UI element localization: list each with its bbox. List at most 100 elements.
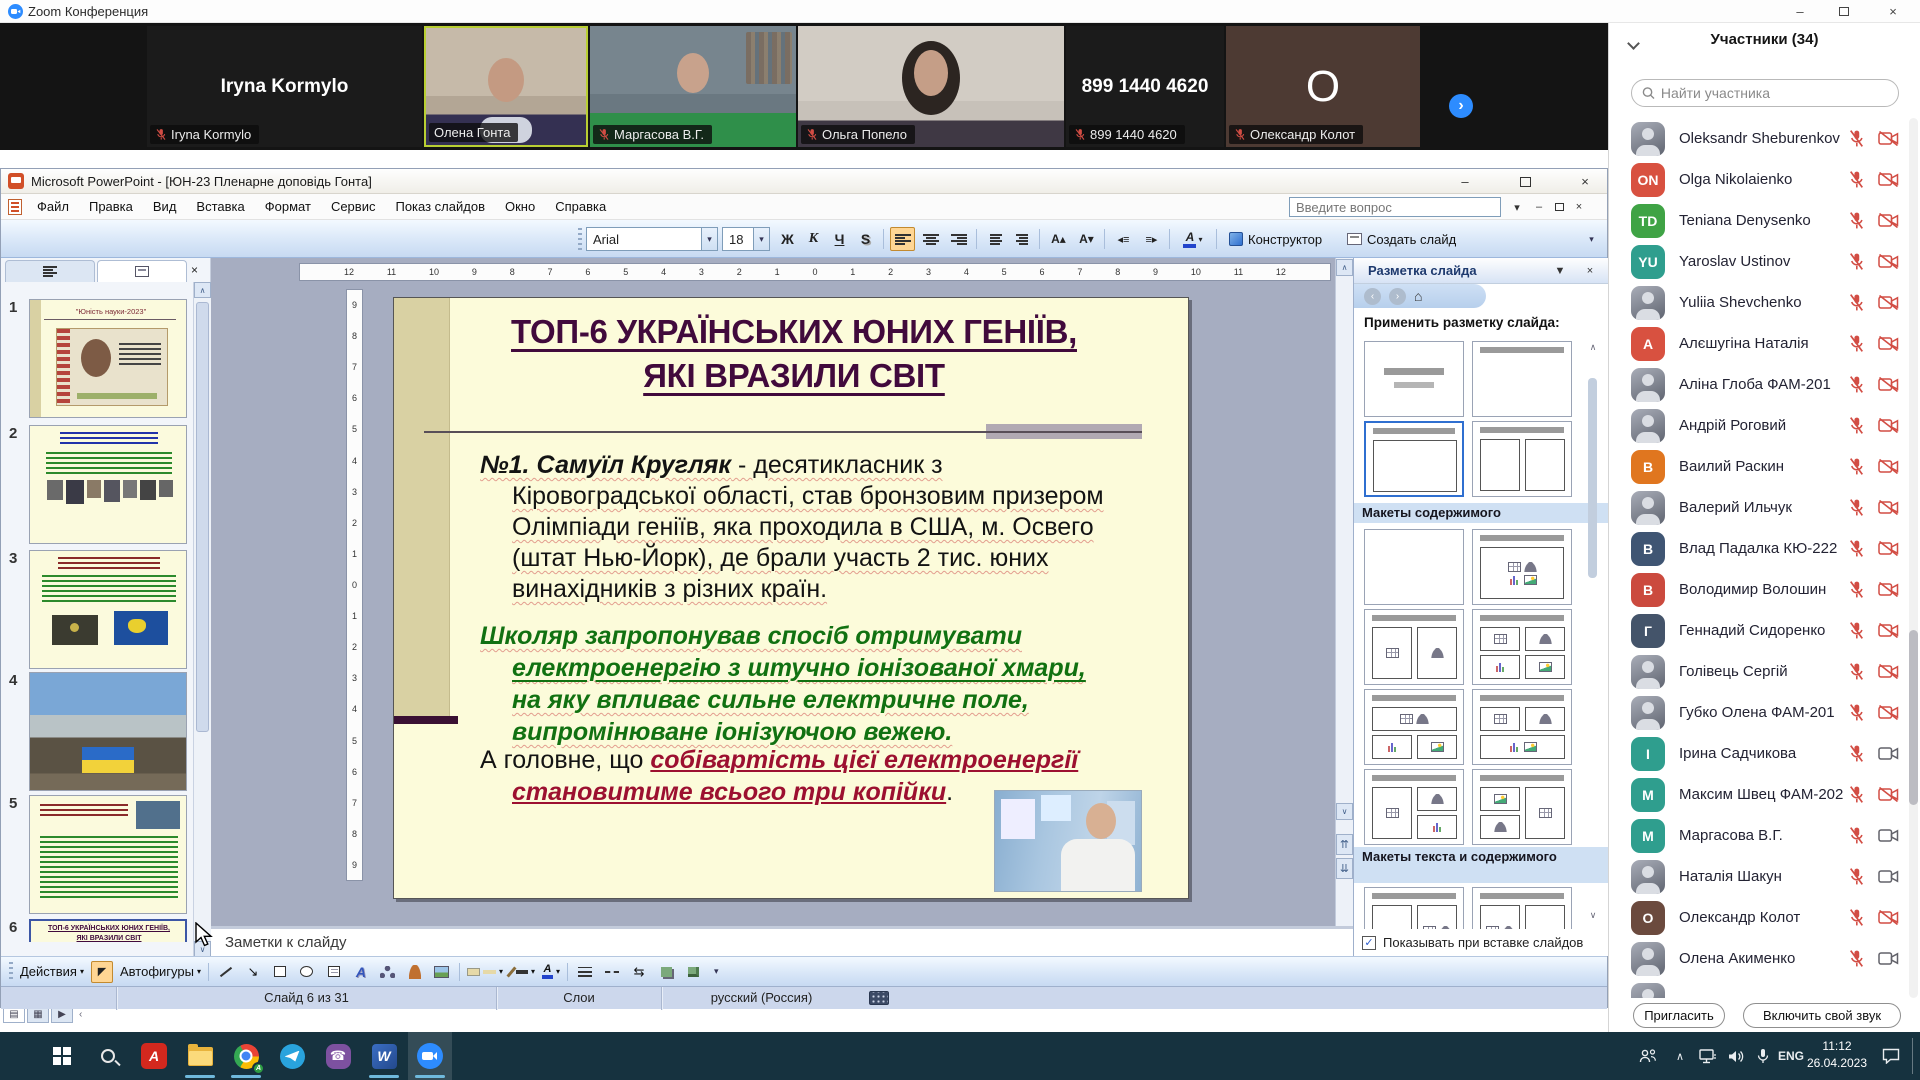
mic-tray-icon[interactable] [1750,1032,1776,1080]
align-center-button[interactable] [918,227,943,251]
layout-thumb-content-over-two[interactable] [1364,689,1464,765]
checkbox-checked-icon[interactable]: ✓ [1362,936,1376,950]
wordart-icon[interactable]: А [351,962,371,982]
menu-item[interactable]: Вставка [186,194,254,220]
slide-thumbnail-6-selected[interactable]: ТОП-6 УКРАЇНСЬКИХ ЮНИХ ГЕНІЇВ, ЯКІ ВРАЗИ… [29,919,187,942]
participant-row[interactable]: Аліна Глоба ФАМ-201 [1609,364,1909,405]
participant-row[interactable]: M Максим Швец ФАМ-202 [1609,774,1909,815]
doc-close-icon[interactable]: × [1569,194,1589,220]
participant-row[interactable]: Валерий Ильчук [1609,487,1909,528]
slide-thumbnail-3[interactable] [29,550,187,669]
participant-row[interactable]: I Ірина Садчикова [1609,733,1909,774]
increase-font-button[interactable]: A▴ [1046,227,1071,251]
oval-icon[interactable] [297,962,317,982]
slide-paragraph-3[interactable]: А головне, що собівартість цієї електрое… [480,744,1078,808]
numbered-list-button[interactable] [983,227,1008,251]
participant-row[interactable]: Голівець Сергій [1609,651,1909,692]
bullet-list-button[interactable] [1009,227,1034,251]
layout-thumb-content-left-split[interactable] [1364,769,1464,845]
toolbar-options-icon[interactable]: ▾ [714,966,719,977]
layout-thumb-title-text-selected[interactable] [1364,421,1464,497]
participant-row[interactable]: Oleksandr Sheburenkov [1609,118,1909,159]
close-panel-icon[interactable]: × [191,263,198,277]
diagram-icon[interactable] [378,962,398,982]
underline-button[interactable]: Ч [827,227,852,251]
line-icon[interactable] [216,962,236,982]
menu-item[interactable]: Файл [27,194,79,220]
word-icon[interactable]: W [362,1032,406,1080]
layout-thumb-title-only[interactable] [1472,341,1572,417]
chrome-icon[interactable]: A [224,1032,268,1080]
participant-search[interactable] [1631,79,1899,107]
layout-thumb-content-and-text[interactable] [1472,887,1572,929]
slide-thumbnail-4[interactable] [29,672,187,791]
line-style-icon[interactable] [575,962,595,982]
acrobat-icon[interactable]: A [132,1032,176,1080]
start-button[interactable] [40,1032,84,1080]
pane-scroll-up-icon[interactable]: ∧ [1586,342,1600,353]
participant-row[interactable]: B Ваилий Раскин [1609,446,1909,487]
toolbar-grip[interactable] [9,962,13,982]
participant-row[interactable]: Yuliia Shevchenko [1609,282,1909,323]
file-explorer-icon[interactable] [178,1032,222,1080]
scroll-down-icon[interactable]: ∨ [1336,803,1353,820]
text-box-icon[interactable] [324,962,344,982]
layout-thumb-blank[interactable] [1364,529,1464,605]
participant-row[interactable]: YU Yaroslav Ustinov [1609,241,1909,282]
arrow-icon[interactable]: ↘ [243,962,263,982]
back-icon[interactable]: ‹ [1364,288,1381,305]
fill-color-button[interactable]: ▾ [467,967,503,976]
participants-scrollbar[interactable] [1909,118,1918,998]
clipart-icon[interactable] [405,962,425,982]
participants-scroll-thumb[interactable] [1909,630,1918,805]
slide-thumbnail-5[interactable] [29,795,187,914]
home-icon[interactable]: ⌂ [1414,288,1422,304]
participant-row[interactable]: Наталія Шакун [1609,856,1909,897]
slide-scrollbar[interactable]: ∧ ∨ ⇈ ⇊ [1335,258,1353,926]
layout-thumb-text-and-content[interactable] [1364,887,1464,929]
thumbnails-scrollbar[interactable]: ∧ ∨ [193,282,211,958]
menu-item[interactable]: Сервис [321,194,386,220]
slide-paragraph-1[interactable]: №1. Самуїл Кругляк - десятикласник з Кір… [480,450,1104,605]
align-right-button[interactable] [946,227,971,251]
menu-item[interactable]: Вид [143,194,187,220]
taskpane-close-icon[interactable]: × [1581,263,1599,279]
actions-menu-button[interactable]: Действия▾ [20,964,84,979]
shadow-style-icon[interactable] [656,962,676,982]
video-tile[interactable]: 899 1440 4620 899 1440 4620 [1066,26,1224,147]
video-tile[interactable]: Iryna Kormylo Iryna Kormylo [147,26,422,147]
toolbar-options-icon[interactable]: ▾ [1579,227,1604,251]
tab-slides[interactable] [97,260,187,282]
layout-thumb-title-slide[interactable] [1364,341,1464,417]
slide-photo[interactable] [994,790,1142,892]
askbox-dropdown-icon[interactable]: ▾ [1507,194,1527,220]
layout-thumb-two-column-text[interactable] [1472,421,1572,497]
ppt-minimize-button[interactable]: – [1443,169,1487,194]
layout-thumb-four-content[interactable] [1472,609,1572,685]
font-size-select[interactable]: 18▾ [722,227,770,251]
pane-scroll-thumb[interactable] [1588,378,1597,578]
slide-paragraph-2[interactable]: Школяр запропонував спосіб отримувати ел… [480,620,1086,748]
participant-row[interactable]: Губко Олена ФАМ-201 [1609,692,1909,733]
scroll-left-icon[interactable]: ‹ [79,1009,82,1020]
text-shadow-button[interactable]: S [853,227,878,251]
new-slide-button[interactable]: Создать слайд [1341,227,1462,251]
bold-button[interactable]: Ж [775,227,800,251]
threed-style-icon[interactable] [683,962,703,982]
menu-item[interactable]: Показ слайдов [385,194,495,220]
layout-thumb-content[interactable] [1472,529,1572,605]
toolbar-grip[interactable] [578,228,582,250]
people-tray-icon[interactable] [1634,1032,1662,1080]
slide-thumbnail-2[interactable] [29,425,187,544]
picture-icon[interactable] [432,962,452,982]
network-tray-icon[interactable] [1694,1032,1722,1080]
tray-expand-icon[interactable]: ∧ [1668,1032,1692,1080]
keyboard-language-icon[interactable] [869,991,889,1005]
doc-restore-icon[interactable] [1549,194,1569,220]
zoom-maximize-button[interactable] [1822,0,1866,23]
participant-row[interactable]: B Володимир Волошин [1609,569,1909,610]
unmute-button[interactable]: Включить свой звук [1743,1003,1901,1028]
telegram-icon[interactable] [270,1032,314,1080]
zoom-taskbar-icon[interactable] [408,1032,452,1080]
chevron-down-icon[interactable]: ▾ [701,228,717,250]
